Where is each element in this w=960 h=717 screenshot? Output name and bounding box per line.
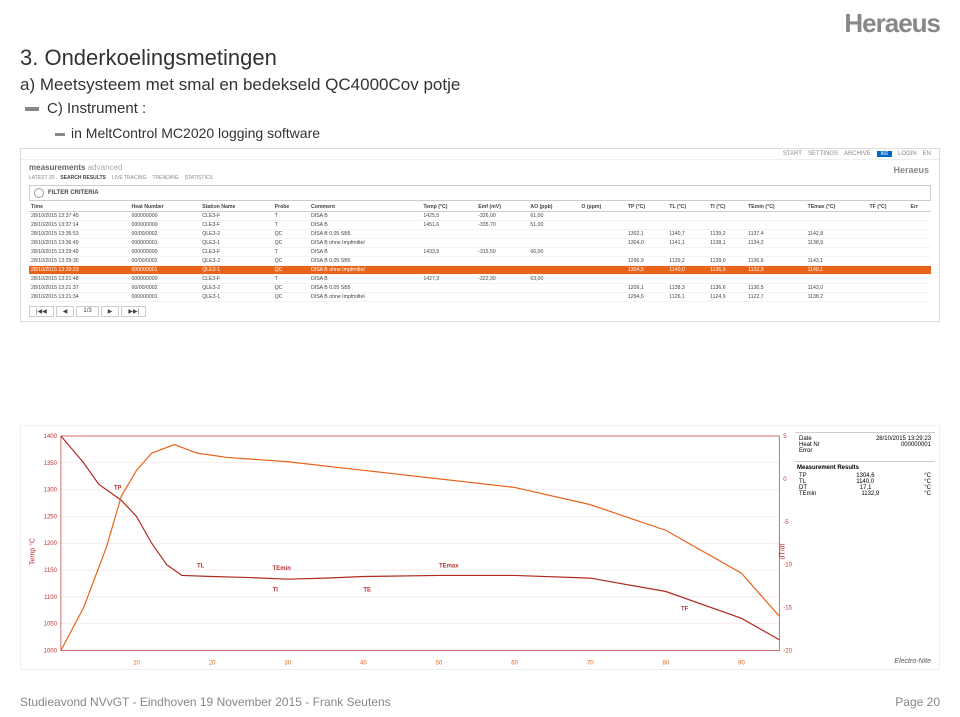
svg-text:1350: 1350 bbox=[44, 461, 58, 467]
svg-text:1250: 1250 bbox=[44, 514, 58, 520]
meltcontrol-app: START SETTINGS ARCHIVE list LOGIN EN Her… bbox=[20, 148, 940, 322]
slide-subtitle: a) Meetsysteem met smal en bedekseld QC4… bbox=[20, 75, 460, 95]
tab-trending[interactable]: TRENDING bbox=[153, 175, 179, 181]
table-row[interactable]: 28/10/2015 13:21:34000000001QLE3-1QCDISA… bbox=[29, 293, 931, 302]
chart-side-panel: Date28/10/2015 13:29:23 Heat Nr000000001… bbox=[795, 432, 935, 504]
svg-text:60: 60 bbox=[511, 660, 518, 666]
col-header[interactable]: TF (°C) bbox=[867, 203, 908, 212]
svg-text:1200: 1200 bbox=[44, 541, 58, 547]
svg-text:30: 30 bbox=[284, 660, 291, 666]
col-header[interactable]: TEmax (°C) bbox=[806, 203, 868, 212]
col-header[interactable]: Time bbox=[29, 203, 130, 212]
app-topbar: START SETTINGS ARCHIVE list LOGIN EN bbox=[21, 149, 939, 160]
tab-latest[interactable]: LATEST 20 bbox=[29, 175, 54, 181]
nav-lang[interactable]: EN bbox=[923, 151, 931, 157]
footer-right: Page 20 bbox=[895, 695, 940, 709]
svg-text:TL: TL bbox=[197, 563, 205, 569]
pager: |◀◀ ◀ 1/3 ▶ ▶▶| bbox=[29, 306, 931, 317]
filter-criteria-toggle[interactable]: FILTER CRITERIA bbox=[29, 185, 931, 201]
app-tabs: LATEST 20 SEARCH RESULTS LIVE TRACING TR… bbox=[21, 175, 939, 181]
svg-text:1400: 1400 bbox=[44, 434, 58, 440]
pager-page: 1/3 bbox=[76, 306, 98, 317]
col-header[interactable]: TL (°C) bbox=[667, 203, 708, 212]
table-row[interactable]: 28/10/2015 13:21:48000000000CLE3-FTDISA … bbox=[29, 275, 931, 284]
col-header[interactable]: TI (°C) bbox=[708, 203, 746, 212]
nav-start[interactable]: START bbox=[783, 151, 802, 157]
results-table: TimeHeat NumberStation NameProbeCommentT… bbox=[29, 203, 931, 302]
brand-logo: Heraeus bbox=[844, 8, 940, 39]
svg-text:40: 40 bbox=[360, 660, 367, 666]
svg-text:-15: -15 bbox=[783, 606, 792, 612]
svg-text:1050: 1050 bbox=[44, 622, 58, 628]
svg-text:TP: TP bbox=[114, 486, 122, 492]
col-header[interactable]: Temp (°C) bbox=[421, 203, 476, 212]
svg-text:10: 10 bbox=[133, 660, 140, 666]
col-header[interactable]: O (ppm) bbox=[579, 203, 626, 212]
svg-text:-5: -5 bbox=[783, 520, 789, 526]
tab-search-results[interactable]: SEARCH RESULTS bbox=[60, 175, 105, 181]
svg-text:1100: 1100 bbox=[44, 595, 58, 601]
col-header[interactable]: Heat Number bbox=[130, 203, 201, 212]
svg-text:70: 70 bbox=[587, 660, 594, 666]
pager-first[interactable]: |◀◀ bbox=[29, 306, 54, 317]
breadcrumb-a: measurements bbox=[29, 163, 85, 172]
nav-login[interactable]: LOGIN bbox=[898, 151, 917, 157]
svg-text:50: 50 bbox=[436, 660, 443, 666]
measurement-results-box: Measurement Results TP1304,6°CTL1140,0°C… bbox=[795, 461, 935, 500]
footer-left: Studieavond NVvGT - Eindhoven 19 Novembe… bbox=[20, 695, 391, 709]
col-header[interactable]: Err bbox=[908, 203, 931, 212]
svg-text:-10: -10 bbox=[783, 563, 792, 569]
col-header[interactable]: TP (°C) bbox=[626, 203, 667, 212]
svg-text:TEmin: TEmin bbox=[273, 566, 292, 572]
svg-text:TF: TF bbox=[681, 606, 689, 612]
svg-text:1300: 1300 bbox=[44, 488, 58, 494]
table-row[interactable]: 28/10/2015 13:37:45000000000CLE3-FTDISA … bbox=[29, 212, 931, 221]
col-header[interactable]: Probe bbox=[273, 203, 309, 212]
nav-archive[interactable]: ARCHIVE bbox=[844, 151, 871, 157]
cooling-curve-chart: 1000 1050 1100 1150 1200 1250 1300 1350 1400 10 20… bbox=[20, 425, 940, 670]
table-row[interactable]: 28/10/2015 13:36:5300/00/0002QLE3-2QCDIS… bbox=[29, 230, 931, 239]
app-brand-logo: Heraeus bbox=[893, 165, 929, 175]
svg-text:TE: TE bbox=[363, 588, 371, 594]
nav-list[interactable]: list bbox=[877, 151, 892, 157]
slide-footer: Studieavond NVvGT - Eindhoven 19 Novembe… bbox=[20, 695, 940, 709]
svg-text:TI: TI bbox=[273, 588, 279, 594]
breadcrumb: measurements advanced bbox=[21, 160, 939, 175]
table-row[interactable]: 28/10/2015 13:36:49000000001QLE3-1QCDISA… bbox=[29, 239, 931, 248]
pager-prev[interactable]: ◀ bbox=[56, 306, 75, 317]
breadcrumb-b: advanced bbox=[88, 163, 123, 172]
y-axis-right-label: dT/dt bbox=[780, 543, 787, 559]
svg-text:80: 80 bbox=[663, 660, 670, 666]
heat-info-box: Date28/10/2015 13:29:23 Heat Nr000000001… bbox=[795, 432, 935, 457]
col-header[interactable]: Emf (mV) bbox=[476, 203, 528, 212]
table-row[interactable]: 28/10/2015 13:21:3700/00/0002QLE3-2QCDIS… bbox=[29, 284, 931, 293]
svg-text:1150: 1150 bbox=[44, 568, 58, 574]
pager-next[interactable]: ▶ bbox=[101, 306, 120, 317]
tab-statistics[interactable]: STATISTICS bbox=[185, 175, 213, 181]
table-row[interactable]: 28/10/2015 13:29:49000000000CLE3-FTDISA … bbox=[29, 248, 931, 257]
tab-live-tracing[interactable]: LIVE TRACING bbox=[112, 175, 147, 181]
electro-nite-logo: Electro-Nite bbox=[894, 658, 931, 665]
svg-text:TEmax: TEmax bbox=[439, 563, 459, 569]
table-row[interactable]: 28/10/2015 13:29:3000/00/0002QLE3-2QCDIS… bbox=[29, 257, 931, 266]
table-row[interactable]: 28/10/2015 13:37:14000000000CLE3-FTDISA … bbox=[29, 221, 931, 230]
col-header[interactable]: AO (ppb) bbox=[528, 203, 579, 212]
svg-text:20: 20 bbox=[209, 660, 216, 666]
svg-text:0: 0 bbox=[783, 477, 787, 483]
svg-text:5: 5 bbox=[783, 434, 787, 440]
bullet-c: C) Instrument : bbox=[25, 100, 146, 117]
table-row[interactable]: 28/10/2015 13:29:23000000001QLE3-1QCDISA… bbox=[29, 266, 931, 275]
col-header[interactable]: TEmin (°C) bbox=[746, 203, 806, 212]
col-header[interactable]: Station Name bbox=[200, 203, 272, 212]
svg-text:90: 90 bbox=[738, 660, 745, 666]
slide-title: 3. Onderkoelingsmetingen bbox=[20, 45, 277, 71]
nav-settings[interactable]: SETTINGS bbox=[808, 151, 838, 157]
svg-text:-20: -20 bbox=[783, 648, 792, 654]
col-header[interactable]: Comment bbox=[309, 203, 421, 212]
pager-last[interactable]: ▶▶| bbox=[121, 306, 146, 317]
svg-text:1000: 1000 bbox=[44, 648, 58, 654]
y-axis-left-label: Temp °C bbox=[29, 538, 36, 565]
bullet-c-sub: in MeltControl MC2020 logging software bbox=[55, 125, 320, 141]
